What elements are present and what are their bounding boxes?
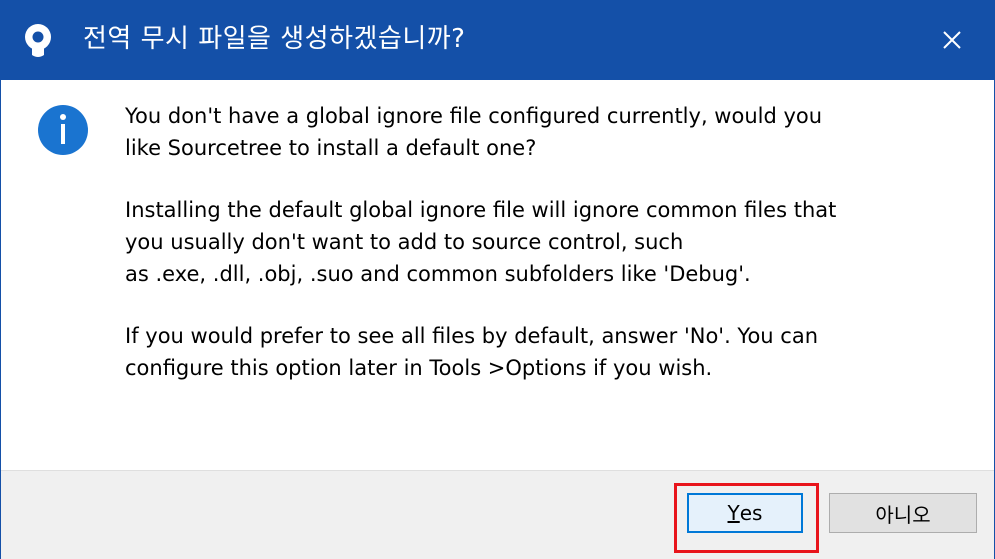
message-paragraph-1: You don't have a global ignore file conf… xyxy=(125,104,823,160)
message-paragraph-2: Installing the default global ignore fil… xyxy=(125,198,837,286)
window-title: 전역 무시 파일을 생성하겠습니까? xyxy=(83,24,466,54)
no-label: 아니오 xyxy=(875,502,931,527)
message-paragraph-3: If you would prefer to see all files by … xyxy=(125,324,819,380)
no-button[interactable]: 아니오 xyxy=(829,493,977,533)
close-button[interactable] xyxy=(910,0,994,80)
dialog-content: You don't have a global ignore file conf… xyxy=(1,80,994,470)
info-icon xyxy=(38,105,88,155)
sourcetree-icon xyxy=(25,24,51,57)
dialog-window: 전역 무시 파일을 생성하겠습니까? You don't have a glob… xyxy=(0,0,995,559)
yes-mnemonic: Y xyxy=(727,501,740,525)
close-icon xyxy=(943,31,961,49)
message-text: You don't have a global ignore file conf… xyxy=(125,100,965,414)
title-bar[interactable]: 전역 무시 파일을 생성하겠습니까? xyxy=(1,0,994,80)
yes-label: es xyxy=(739,501,763,525)
yes-button[interactable]: Yes xyxy=(687,493,803,533)
button-bar: Yes 아니오 xyxy=(1,470,994,559)
